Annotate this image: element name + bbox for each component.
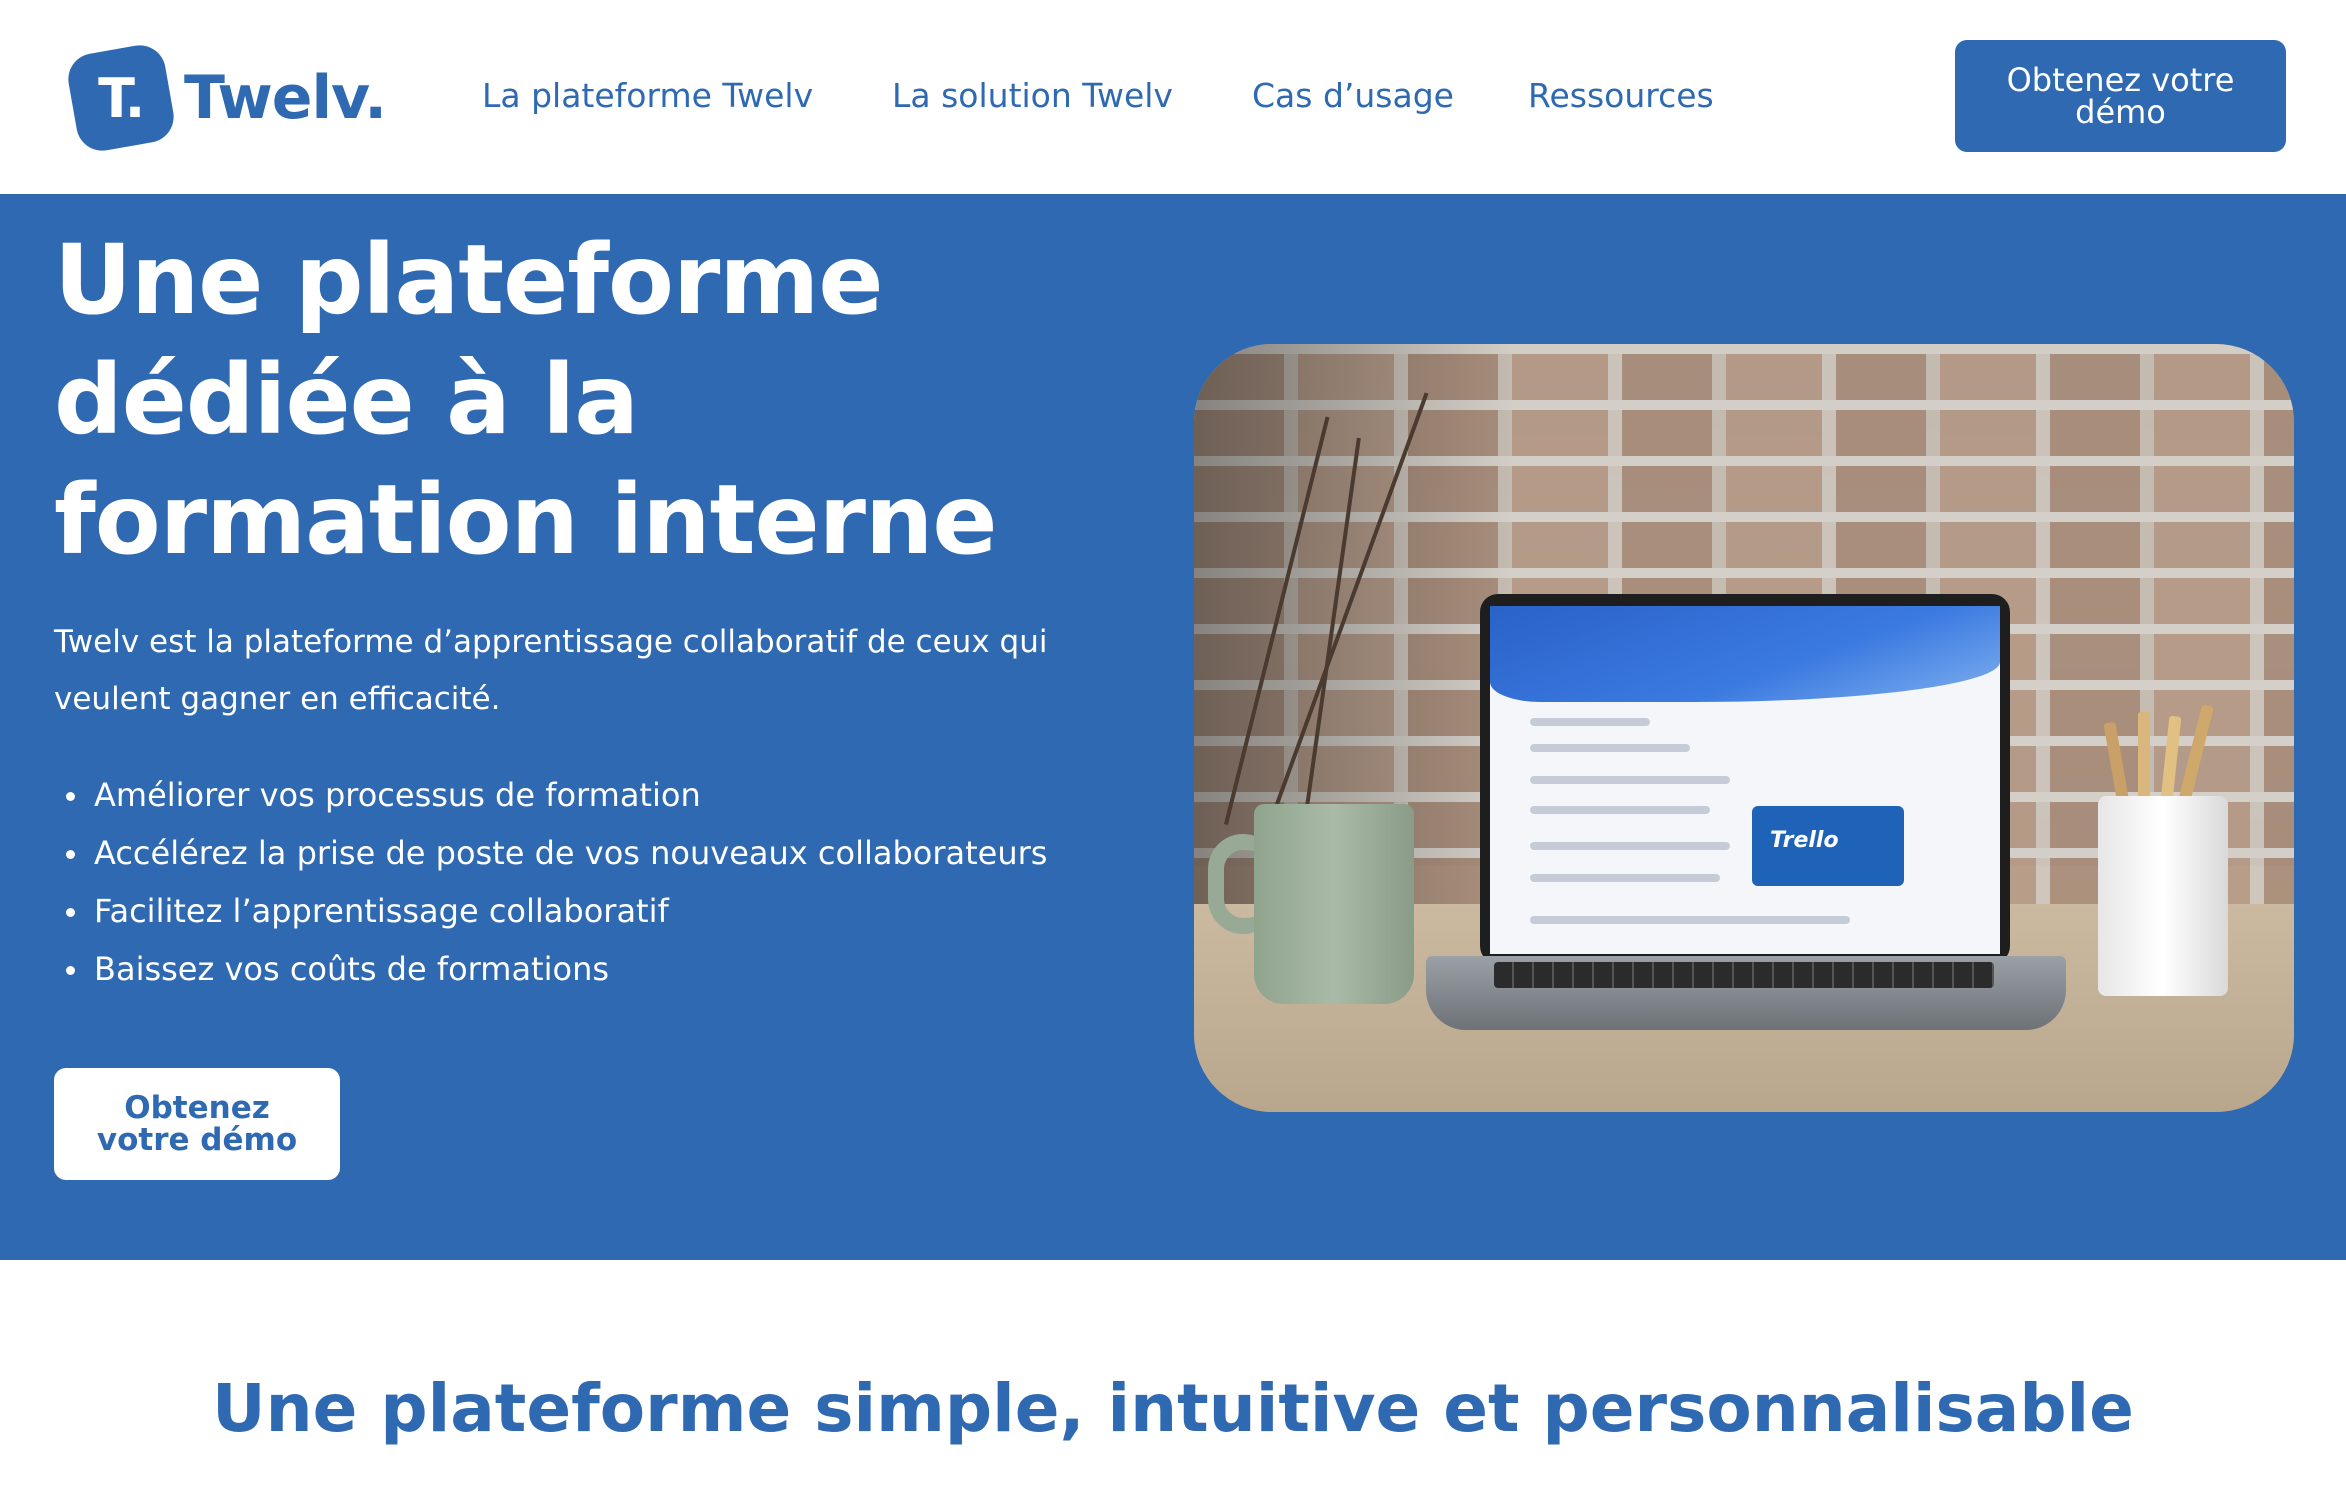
nav-item-cas-usage[interactable]: Cas d’usage xyxy=(1252,72,1454,120)
logo-wordmark: Twelv. xyxy=(184,63,387,133)
list-item-text: Accélérez la prise de poste de vos nouve… xyxy=(94,834,1048,872)
site-header: T. Twelv. La plateforme Twelv La solutio… xyxy=(0,0,2346,194)
screen-text-line xyxy=(1530,718,1650,726)
list-item-text: Baissez vos coûts de formations xyxy=(94,950,610,988)
list-item-text: Améliorer vos processus de formation xyxy=(94,776,701,814)
list-item: Baissez vos coûts de formations xyxy=(54,940,1154,998)
screen-text-line xyxy=(1530,916,1850,924)
screen-text-line xyxy=(1530,874,1720,882)
laptop-keyboard xyxy=(1494,962,1994,988)
logo[interactable]: T. Twelv. xyxy=(64,41,387,155)
screen-text-line xyxy=(1530,806,1710,814)
bullet-dot-icon xyxy=(66,792,75,801)
nav-item-ressources[interactable]: Ressources xyxy=(1528,72,1714,120)
hero-benefits-list: Améliorer vos processus de formation Acc… xyxy=(54,766,1154,998)
screen-trello-label: Trello xyxy=(1770,828,1839,853)
list-item: Accélérez la prise de poste de vos nouve… xyxy=(54,824,1154,882)
hero-laptop-photo: Trello xyxy=(1194,344,2294,1112)
screen-text-line xyxy=(1530,744,1690,752)
hero-title: Une plateforme dédiée à la formation int… xyxy=(54,224,997,576)
bullet-dot-icon xyxy=(66,908,75,917)
bullet-dot-icon xyxy=(66,850,75,859)
nav-item-la-solution[interactable]: La solution Twelv xyxy=(892,72,1173,120)
list-item-text: Facilitez l’apprentissage collaboratif xyxy=(94,892,669,930)
list-item: Facilitez l’apprentissage collaboratif xyxy=(54,882,1154,940)
hero-demo-button[interactable]: Obtenez votre démo xyxy=(54,1068,340,1180)
page: T. Twelv. La plateforme Twelv La solutio… xyxy=(0,0,2346,1504)
laptop-screen: Trello xyxy=(1490,606,2000,954)
nav-item-la-plateforme[interactable]: La plateforme Twelv xyxy=(482,72,813,120)
hero-description: Twelv est la plateforme d’apprentissage … xyxy=(54,624,1048,717)
screen-text-line xyxy=(1530,842,1730,850)
logo-mark-icon: T. xyxy=(64,41,178,155)
hero-section: Une plateforme dédiée à la formation int… xyxy=(0,194,2346,1260)
bullet-dot-icon xyxy=(66,966,75,975)
section-title: Une plateforme simple, intuitive et pers… xyxy=(212,1370,2134,1447)
screen-banner xyxy=(1490,606,2000,702)
screen-text-line xyxy=(1530,776,1730,784)
green-mug xyxy=(1254,804,1414,1004)
list-item: Améliorer vos processus de formation xyxy=(54,766,1154,824)
header-demo-button[interactable]: Obtenez votre démo xyxy=(1955,40,2286,152)
logo-mark-text: T. xyxy=(98,66,144,130)
pencil-cup xyxy=(2098,796,2228,996)
